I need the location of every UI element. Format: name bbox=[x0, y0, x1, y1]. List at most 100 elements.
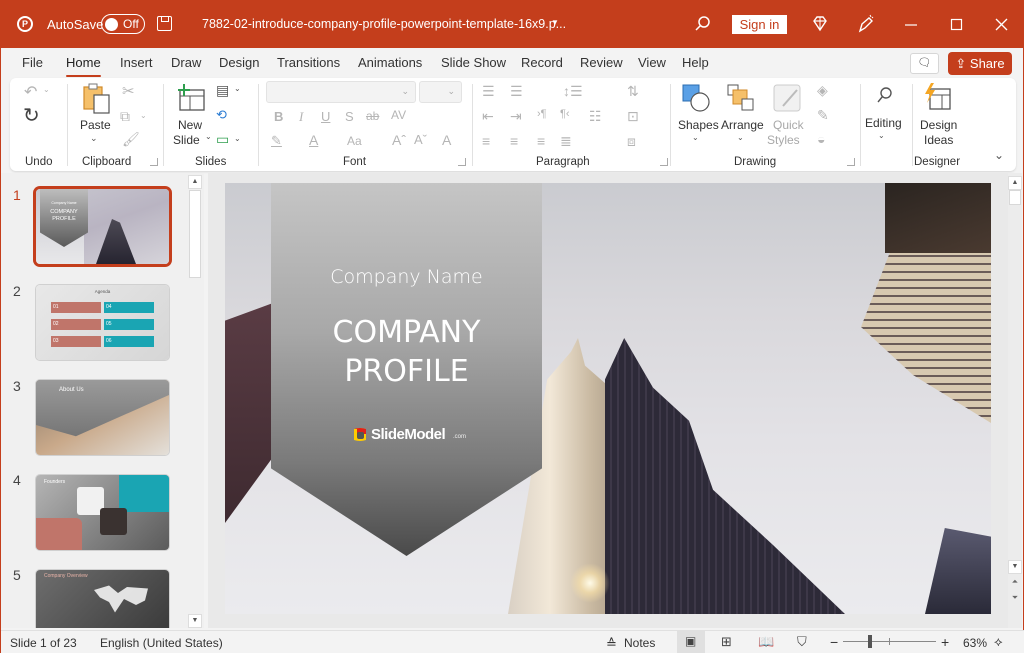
slide-sorter-icon[interactable]: ⊞ bbox=[721, 634, 732, 650]
reading-view-icon[interactable]: 📖 bbox=[758, 634, 774, 650]
thumbnail-scrollbar[interactable]: ▲ ▼ bbox=[188, 173, 202, 628]
document-title[interactable]: 7882-02-introduce-company-profile-powerp… bbox=[202, 17, 566, 31]
close-icon[interactable] bbox=[992, 17, 1012, 33]
slide-thumbnail-4[interactable]: Founders bbox=[36, 475, 169, 550]
zoom-out-button[interactable]: − bbox=[830, 634, 838, 650]
paragraph-launcher-icon[interactable] bbox=[660, 158, 668, 166]
tab-insert[interactable]: Insert bbox=[120, 55, 153, 70]
scroll-thumb[interactable] bbox=[1009, 190, 1021, 205]
shape-outline-icon[interactable]: ✎ bbox=[817, 107, 829, 124]
underline-button[interactable]: U bbox=[321, 109, 330, 124]
scroll-down-icon[interactable]: ▼ bbox=[1008, 560, 1022, 574]
tab-record[interactable]: Record bbox=[521, 55, 563, 70]
shapes-dropdown-icon[interactable]: ⌄ bbox=[692, 133, 699, 142]
shape-fill-icon[interactable]: ◈ bbox=[817, 82, 828, 99]
highlight-icon[interactable]: ✎ bbox=[271, 133, 282, 149]
shape-effects-icon[interactable]: ◒ bbox=[817, 131, 825, 147]
align-left-icon[interactable]: ≡ bbox=[482, 133, 490, 149]
line-spacing-icon[interactable]: ↕☰ bbox=[563, 83, 583, 100]
font-name-input[interactable]: ⌄ bbox=[266, 81, 416, 103]
slide-title[interactable]: COMPANY PROFILE bbox=[271, 313, 542, 391]
layout-icon[interactable]: ▤ bbox=[216, 82, 229, 99]
align-text-icon[interactable]: ⊡ bbox=[627, 108, 639, 125]
font-launcher-icon[interactable] bbox=[458, 158, 466, 166]
arrange-icon[interactable] bbox=[727, 84, 757, 114]
fit-to-window-icon[interactable]: ⟡ bbox=[994, 634, 1003, 650]
normal-view-button[interactable]: ▣ bbox=[677, 631, 705, 653]
design-ideas-label-1[interactable]: Design bbox=[920, 118, 957, 132]
cut-icon[interactable]: ✂ bbox=[122, 82, 135, 100]
minimize-icon[interactable] bbox=[901, 17, 921, 33]
notes-button[interactable]: Notes bbox=[624, 636, 655, 650]
character-spacing-button[interactable]: AV bbox=[391, 108, 406, 122]
arrange-button[interactable]: Arrange bbox=[721, 118, 764, 132]
smartart-icon[interactable]: ⧈ bbox=[627, 133, 636, 150]
ltr-icon[interactable]: ›¶ bbox=[537, 108, 547, 120]
new-slide-label-1[interactable]: New bbox=[178, 118, 202, 132]
autosave-toggle[interactable]: Off bbox=[101, 14, 145, 34]
scroll-up-icon[interactable]: ▲ bbox=[1008, 176, 1022, 190]
tab-draw[interactable]: Draw bbox=[171, 55, 201, 70]
tab-review[interactable]: Review bbox=[580, 55, 623, 70]
shapes-icon[interactable] bbox=[682, 84, 712, 114]
editing-button[interactable]: Editing bbox=[865, 116, 902, 130]
design-ideas-button[interactable]: Ideas bbox=[924, 133, 953, 147]
scroll-up-icon[interactable]: ▲ bbox=[188, 175, 202, 189]
reset-icon[interactable]: ⟲ bbox=[216, 107, 227, 123]
editing-dropdown-icon[interactable]: ⌄ bbox=[878, 131, 885, 140]
share-button[interactable]: ⇪ Share bbox=[948, 52, 1012, 75]
slide-thumbnail-2[interactable]: Agenda 01 02 03 04 05 06 bbox=[36, 285, 169, 360]
diamond-icon[interactable] bbox=[810, 15, 830, 33]
language-indicator[interactable]: English (United States) bbox=[100, 636, 223, 650]
shadow-button[interactable]: S bbox=[345, 109, 354, 124]
tab-slide-show[interactable]: Slide Show bbox=[441, 55, 506, 70]
tab-design[interactable]: Design bbox=[219, 55, 259, 70]
shapes-button[interactable]: Shapes bbox=[678, 118, 719, 132]
redo-icon[interactable]: ↻ bbox=[23, 103, 40, 128]
new-slide-icon[interactable] bbox=[176, 84, 206, 112]
dropdown-caret-icon[interactable]: ▼ bbox=[551, 18, 559, 27]
undo-dropdown-icon[interactable]: ⌄ bbox=[43, 85, 50, 94]
next-slide-icon[interactable]: ⏷ bbox=[1008, 593, 1022, 603]
clipboard-launcher-icon[interactable] bbox=[150, 158, 158, 166]
section-dropdown-icon[interactable]: ⌄ bbox=[234, 134, 241, 143]
layout-dropdown-icon[interactable]: ⌄ bbox=[234, 84, 241, 93]
italic-button[interactable]: I bbox=[299, 109, 303, 125]
company-name-text[interactable]: Company Name bbox=[271, 266, 542, 288]
font-color-icon[interactable]: A bbox=[309, 132, 318, 148]
previous-slide-icon[interactable]: ⏶ bbox=[1008, 577, 1022, 587]
tab-animations[interactable]: Animations bbox=[358, 55, 422, 70]
editor-scrollbar[interactable]: ▲ ▼ ⏶ ⏷ bbox=[1008, 173, 1022, 628]
zoom-slider-thumb[interactable] bbox=[868, 635, 873, 648]
collapse-ribbon-icon[interactable]: ⌄ bbox=[994, 148, 1004, 162]
scroll-thumb[interactable] bbox=[189, 190, 201, 278]
new-slide-button[interactable]: Slide bbox=[173, 133, 200, 147]
zoom-in-button[interactable]: + bbox=[941, 634, 949, 650]
quick-styles-icon[interactable] bbox=[773, 84, 803, 114]
bold-button[interactable]: B bbox=[274, 109, 283, 124]
columns-icon[interactable]: ☷ bbox=[589, 108, 602, 125]
format-painter-icon[interactable]: 🖌 bbox=[122, 131, 140, 148]
paste-icon[interactable] bbox=[82, 83, 112, 115]
copy-dropdown-icon[interactable]: ⌄ bbox=[140, 111, 147, 120]
rtl-icon[interactable]: ¶‹ bbox=[560, 108, 570, 120]
search-icon[interactable] bbox=[693, 15, 713, 33]
design-ideas-icon[interactable] bbox=[922, 83, 952, 113]
zoom-percent[interactable]: 63% bbox=[963, 636, 987, 650]
slide-thumbnail-3[interactable]: About Us bbox=[36, 380, 169, 455]
slide-show-icon[interactable]: ⛉ bbox=[797, 634, 807, 650]
new-slide-dropdown-icon[interactable]: ⌄ bbox=[205, 132, 212, 141]
arrange-dropdown-icon[interactable]: ⌄ bbox=[737, 133, 744, 142]
align-center-icon[interactable]: ≡ bbox=[510, 133, 518, 149]
numbering-icon[interactable]: ☰ bbox=[510, 83, 523, 100]
notes-icon[interactable]: ≙ bbox=[606, 636, 617, 652]
undo-icon[interactable]: ↶ bbox=[24, 82, 37, 102]
tab-transitions[interactable]: Transitions bbox=[277, 55, 340, 70]
text-direction-icon[interactable]: ⇅ bbox=[627, 83, 639, 100]
clear-formatting-button[interactable]: A bbox=[442, 132, 451, 148]
drawing-launcher-icon[interactable] bbox=[847, 158, 855, 166]
quick-styles-button[interactable]: Styles bbox=[767, 133, 800, 147]
tab-home[interactable]: Home bbox=[66, 55, 101, 77]
pen-sparkle-icon[interactable] bbox=[856, 14, 876, 34]
paste-button[interactable]: Paste bbox=[80, 118, 111, 132]
